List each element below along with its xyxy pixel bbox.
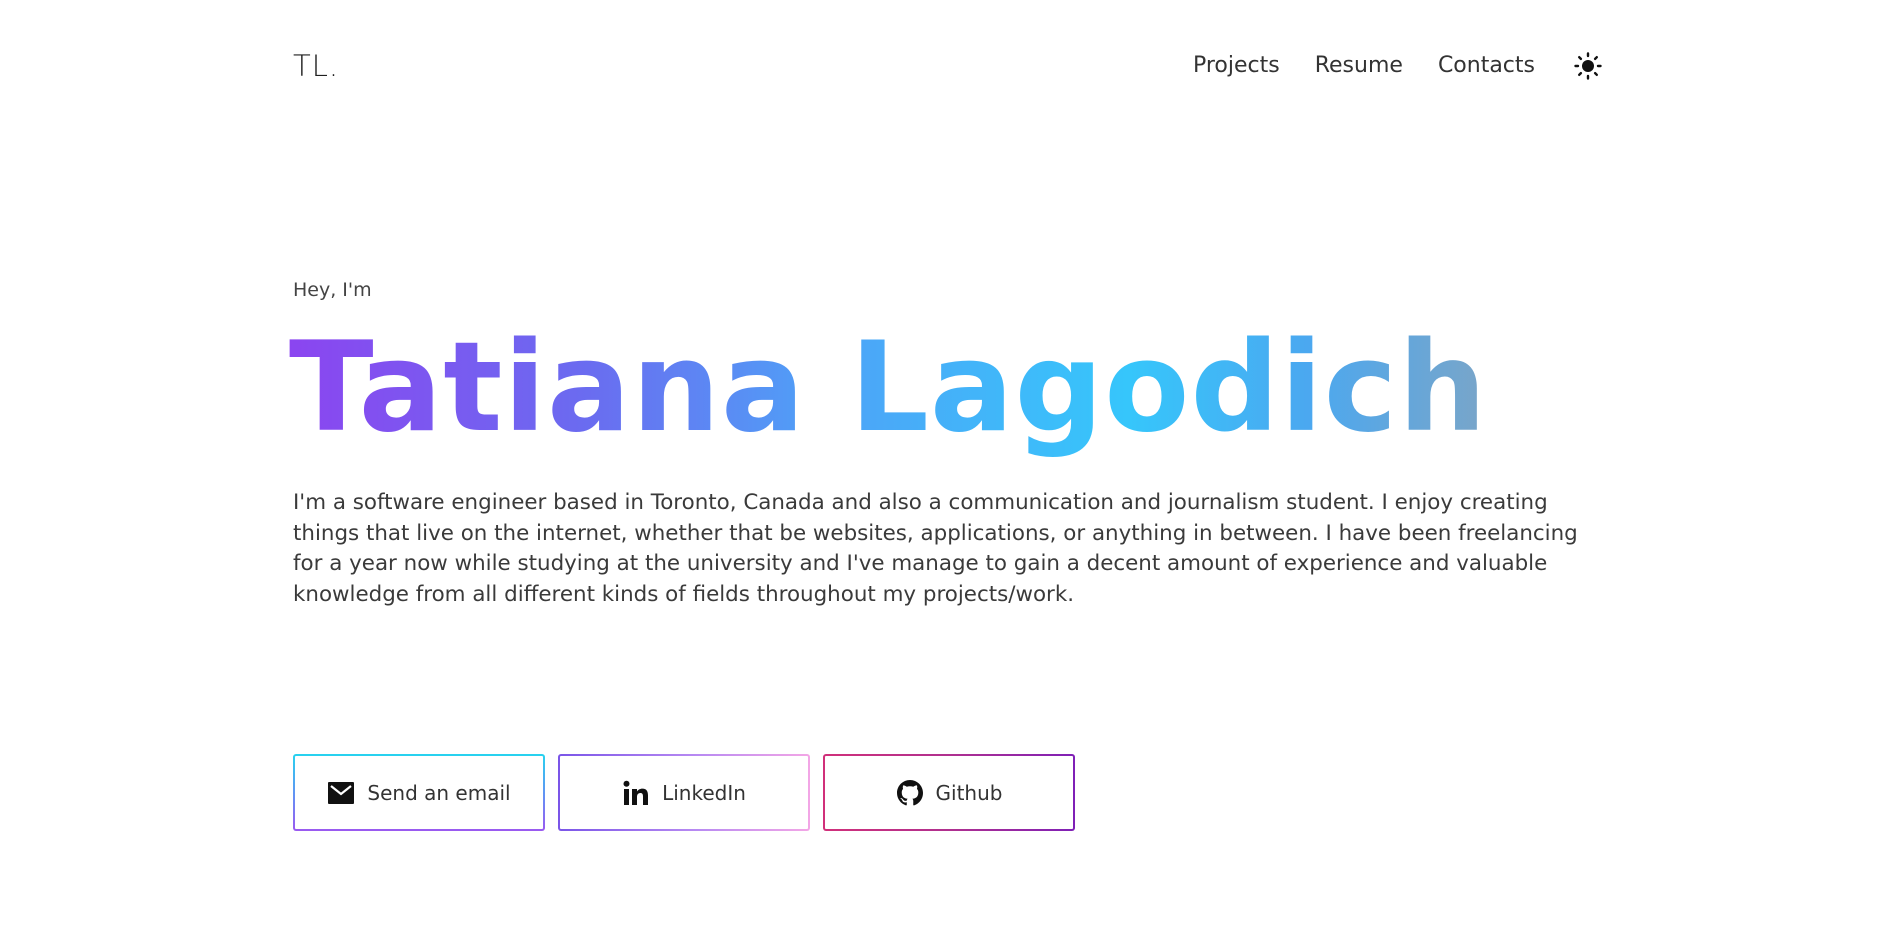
logo[interactable]: TL. <box>293 51 339 81</box>
main-nav: Projects Resume Contacts <box>1158 51 1603 81</box>
sun-icon <box>1574 52 1602 80</box>
hero-greeting: Hey, I'm <box>293 279 372 301</box>
hero-bio: I'm a software engineer based in Toronto… <box>293 490 1578 607</box>
nav-resume[interactable]: Resume <box>1315 55 1403 77</box>
linkedin-button[interactable]: LinkedIn <box>558 754 810 831</box>
contact-buttons: Send an email LinkedIn Github <box>293 754 1088 831</box>
linkedin-icon <box>622 779 650 807</box>
github-icon <box>896 779 924 807</box>
send-email-button[interactable]: Send an email <box>293 754 545 831</box>
nav-projects[interactable]: Projects <box>1193 55 1280 77</box>
github-label: Github <box>935 780 1003 805</box>
theme-toggle-button[interactable] <box>1573 51 1603 81</box>
linkedin-label: LinkedIn <box>662 780 746 805</box>
mail-icon <box>327 779 355 807</box>
hero-name: Tatiana Lagodich <box>289 316 1488 460</box>
nav-contacts[interactable]: Contacts <box>1438 55 1535 77</box>
github-button[interactable]: Github <box>823 754 1075 831</box>
page-container: TL. Projects Resume Contacts Hey, I'm Ta… <box>289 0 1603 929</box>
send-email-label: Send an email <box>367 780 511 805</box>
site-header: TL. Projects Resume Contacts <box>293 44 1603 88</box>
